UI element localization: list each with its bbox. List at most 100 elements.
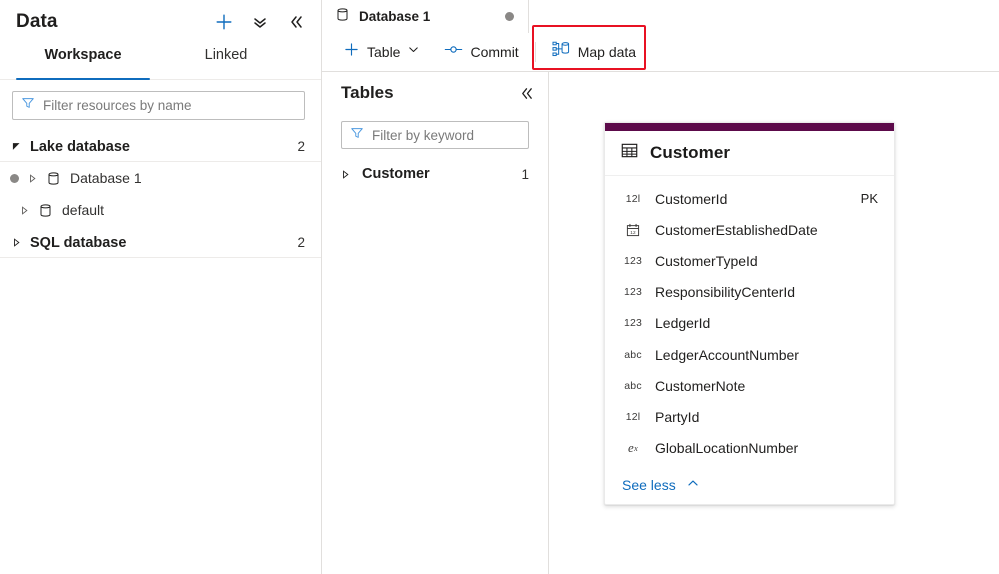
chevron-down-icon[interactable] xyxy=(407,43,420,61)
entity-field-row[interactable]: 123 ResponsibilityCenterId xyxy=(605,277,894,308)
type-icon-int: 123 xyxy=(623,286,643,299)
commit-label: Commit xyxy=(470,44,519,60)
type-icon-bigint: 12l xyxy=(625,192,641,205)
entity-card-accent-bar xyxy=(605,123,894,131)
table-icon xyxy=(621,142,638,164)
tables-pane: Tables Filter by keyword Customer 1 xyxy=(322,72,549,574)
database-icon xyxy=(335,7,350,27)
tab-linked[interactable]: Linked xyxy=(166,46,286,79)
triangle-right-icon[interactable] xyxy=(10,238,22,247)
commit-icon xyxy=(444,42,463,62)
tables-filter-input[interactable]: Filter by keyword xyxy=(341,121,529,149)
type-icon-string: abc xyxy=(624,379,642,392)
tree-item-default[interactable]: default xyxy=(0,194,321,226)
triangle-right-icon[interactable] xyxy=(18,205,30,215)
collapse-panel-icon[interactable] xyxy=(519,86,534,101)
table-row-count: 1 xyxy=(521,166,529,182)
entity-field-row[interactable]: abc CustomerNote xyxy=(605,370,894,401)
triangle-right-icon[interactable] xyxy=(26,173,38,183)
entity-field-name: LedgerId xyxy=(655,315,711,332)
table-row-label: Customer xyxy=(362,166,430,182)
database-icon xyxy=(38,203,53,218)
entity-field-row[interactable]: 123 LedgerId xyxy=(605,308,894,339)
main-area: Database 1 Table Commit Map data Tables … xyxy=(322,0,999,574)
tree-group-label: Lake database xyxy=(30,138,130,155)
resource-filter-input[interactable]: Filter resources by name xyxy=(12,91,305,120)
tab-workspace[interactable]: Workspace xyxy=(0,46,166,80)
see-less-label: See less xyxy=(622,477,676,494)
entity-card-header: Customer xyxy=(605,131,894,176)
document-tab-label: Database 1 xyxy=(359,9,431,24)
status-dot-icon xyxy=(10,173,19,183)
entity-field-list: 12l CustomerId PK 12 CustomerEstablished… xyxy=(605,176,894,467)
tab-linked-label: Linked xyxy=(204,47,248,63)
entity-field-name: ResponsibilityCenterId xyxy=(655,284,796,301)
svg-text:12: 12 xyxy=(630,230,636,236)
sidebar-tabs: Workspace Linked xyxy=(0,46,321,80)
entity-field-row[interactable]: abc LedgerAccountNumber xyxy=(605,339,894,370)
type-icon-int: 123 xyxy=(623,254,643,267)
triangle-right-icon[interactable] xyxy=(339,169,351,179)
entity-card-customer[interactable]: Customer 12l CustomerId PK 12 CustomerEs… xyxy=(604,122,895,505)
tree-group-label: SQL database xyxy=(30,234,127,251)
resource-tree: Lake database 2 Database 1 default SQL d… xyxy=(0,132,321,258)
filter-icon xyxy=(21,96,35,115)
entity-field-row[interactable]: 123 CustomerTypeId xyxy=(605,245,894,276)
document-tab-database-1[interactable]: Database 1 xyxy=(322,0,529,33)
type-icon-date: 12 xyxy=(622,223,644,237)
new-table-button[interactable]: Table xyxy=(334,37,429,67)
entity-field-name: PartyId xyxy=(655,408,700,425)
unsaved-indicator-icon xyxy=(505,12,514,21)
triangle-down-icon[interactable] xyxy=(10,142,22,151)
entity-field-row[interactable]: 12l CustomerId PK xyxy=(605,183,894,214)
add-icon[interactable] xyxy=(213,11,235,33)
app-root: Data Workspace Linked Filter resources b… xyxy=(0,0,999,574)
entity-field-name: GlobalLocationNumber xyxy=(655,440,799,457)
tables-filter-placeholder: Filter by keyword xyxy=(372,127,475,143)
tree-item-database-1[interactable]: Database 1 xyxy=(0,162,321,194)
map-data-highlight-group: Map data xyxy=(531,25,646,70)
chevron-up-icon xyxy=(686,476,700,495)
entity-field-name: CustomerTypeId xyxy=(655,252,758,269)
tree-group-count: 2 xyxy=(297,139,305,154)
entity-field-row[interactable]: ex GlobalLocationNumber xyxy=(605,433,894,464)
document-tab-bar: Database 1 xyxy=(322,0,999,33)
page-title: Data xyxy=(16,11,58,32)
map-data-button[interactable]: Map data xyxy=(543,37,645,67)
tab-workspace-label: Workspace xyxy=(44,47,122,63)
entity-field-name: CustomerEstablishedDate xyxy=(655,221,818,238)
plus-icon xyxy=(343,41,360,63)
mapping-canvas[interactable]: Customer 12l CustomerId PK 12 CustomerEs… xyxy=(549,72,999,574)
resource-filter-placeholder: Filter resources by name xyxy=(43,98,192,113)
data-panel-actions xyxy=(213,11,307,33)
table-row-customer[interactable]: Customer 1 xyxy=(322,159,548,189)
tree-group-count: 2 xyxy=(297,235,305,250)
data-panel: Data Workspace Linked Filter resources b… xyxy=(0,0,322,574)
entity-field-name: LedgerAccountNumber xyxy=(655,346,799,363)
type-icon-int: 123 xyxy=(623,317,643,330)
entity-field-name: CustomerId xyxy=(655,190,728,207)
filter-icon xyxy=(350,126,364,145)
map-data-label: Map data xyxy=(577,44,637,60)
commit-button[interactable]: Commit xyxy=(435,37,527,67)
type-icon-string: abc xyxy=(624,348,642,361)
database-icon xyxy=(46,171,61,186)
entity-field-name: CustomerNote xyxy=(655,377,746,394)
primary-key-badge: PK xyxy=(860,191,878,207)
toolbar-divider xyxy=(534,42,536,62)
entity-card-title: Customer xyxy=(650,143,731,162)
map-data-icon xyxy=(552,41,571,63)
double-chevron-down-icon[interactable] xyxy=(249,11,271,33)
entity-field-row[interactable]: 12 CustomerEstablishedDate xyxy=(605,214,894,245)
tree-item-label: Database 1 xyxy=(70,170,142,186)
tree-group-lake-database[interactable]: Lake database 2 xyxy=(0,132,321,162)
new-table-label: Table xyxy=(367,44,401,60)
entity-field-row[interactable]: 12l PartyId xyxy=(605,401,894,432)
type-icon-decimal: ex xyxy=(628,440,638,456)
tree-group-sql-database[interactable]: SQL database 2 xyxy=(0,228,321,258)
data-panel-header: Data xyxy=(0,0,321,44)
double-chevron-left-icon[interactable] xyxy=(285,11,307,33)
see-less-button[interactable]: See less xyxy=(605,467,894,504)
content-panes: Tables Filter by keyword Customer 1 Cust… xyxy=(322,72,999,574)
tables-pane-header: Tables xyxy=(322,76,548,110)
